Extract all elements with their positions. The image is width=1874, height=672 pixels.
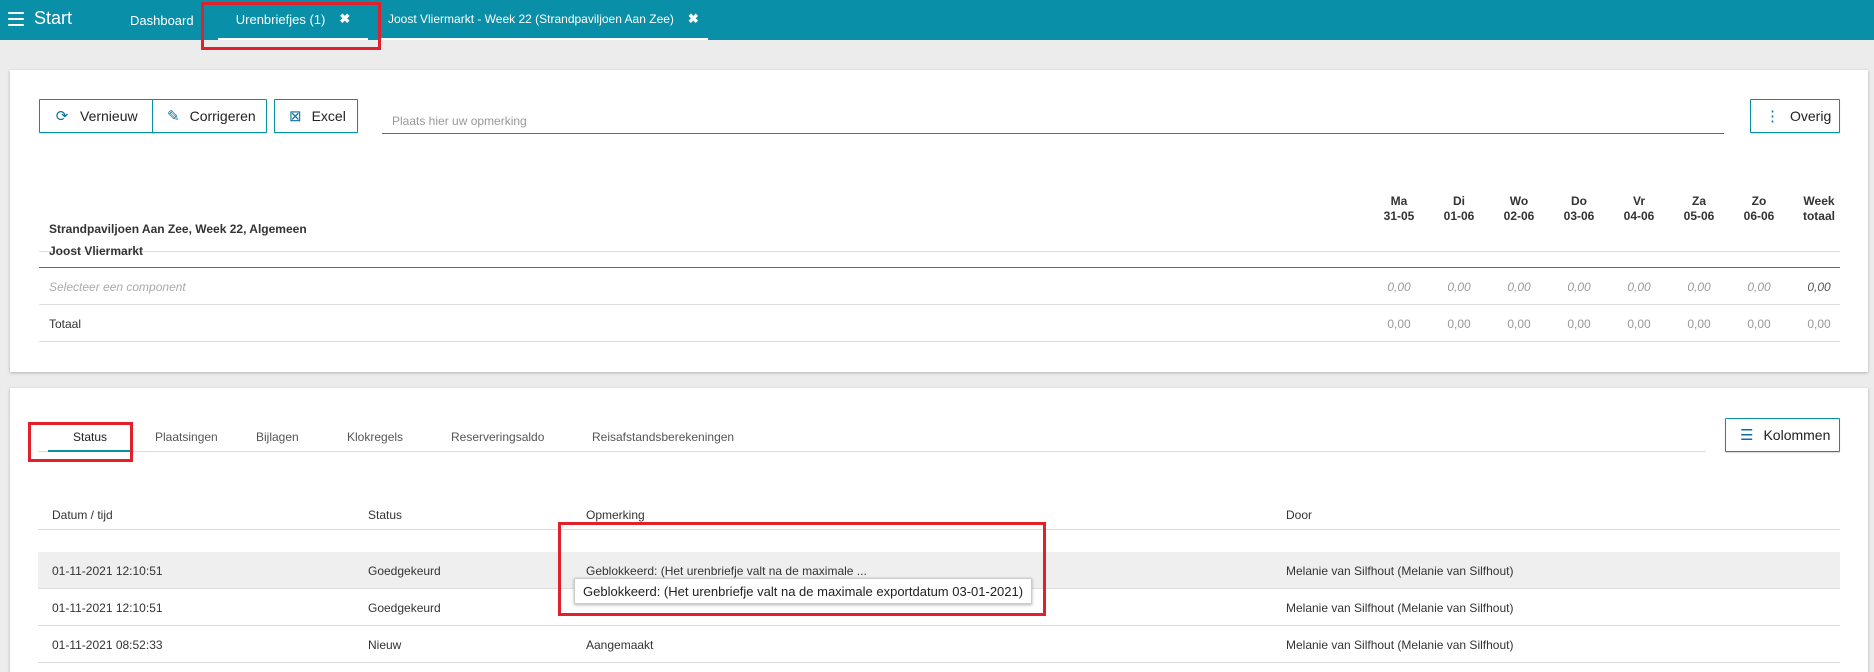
employee-name: Joost Vliermarkt	[39, 230, 1840, 268]
status-tabs: Status Plaatsingen Bijlagen Klokregels R…	[38, 424, 1706, 452]
tab-joost-week22[interactable]: Joost Vliermarkt - Week 22 (Strandpavilj…	[378, 0, 708, 40]
kolommen-button[interactable]: ☰ Kolommen	[1725, 418, 1840, 452]
tab-klokregels[interactable]: Klokregels	[347, 430, 403, 444]
day-header: Vr 04-06	[1623, 194, 1655, 223]
tab-plaatsingen[interactable]: Plaatsingen	[155, 430, 218, 444]
day-header: Zo 06-06	[1743, 194, 1775, 223]
day-header: Ma 31-05	[1383, 194, 1415, 223]
day-header: Do 03-06	[1563, 194, 1595, 223]
remark-tooltip: Geblokkeerd: (Het urenbriefje valt na de…	[574, 578, 1033, 604]
corrigeren-button[interactable]: ✎ Corrigeren	[152, 99, 267, 133]
status-table-header: Datum / tijd Status Opmerking Door	[38, 496, 1840, 530]
tab-reserveringsaldo[interactable]: Reserveringsaldo	[451, 430, 544, 444]
day-header: Di 01-06	[1443, 194, 1475, 223]
table-row[interactable]: 01-11-2021 08:52:33 Nieuw Aangemaakt Mel…	[38, 626, 1840, 663]
timesheet-panel: ⟳ Vernieuw ✎ Corrigeren ⊠ Excel Plaats h…	[10, 70, 1868, 372]
overig-button[interactable]: ⋮ Overig	[1750, 99, 1840, 133]
week-total-header: Week totaal	[1802, 194, 1835, 223]
refresh-icon: ⟳	[55, 108, 69, 125]
start-menu[interactable]: Start	[8, 8, 72, 29]
tab-dashboard[interactable]: Dashboard	[130, 0, 194, 40]
remark-input[interactable]: Plaats hier uw opmerking	[382, 106, 1724, 134]
pencil-icon: ✎	[167, 108, 180, 125]
total-row: Totaal 0,00 0,00 0,00 0,00 0,00 0,00 0,0…	[39, 305, 1840, 342]
top-bar: Start Dashboard Urenbriefjes (1) ✖ Joost…	[0, 0, 1874, 40]
close-icon[interactable]: ✖	[688, 11, 699, 27]
day-header: Wo 02-06	[1503, 194, 1535, 223]
more-vertical-icon: ⋮	[1765, 108, 1780, 125]
vernieuw-button[interactable]: ⟳ Vernieuw	[39, 99, 155, 133]
hamburger-icon[interactable]	[8, 11, 24, 26]
excel-button[interactable]: ⊠ Excel	[274, 99, 358, 133]
tab-status[interactable]: Status	[48, 430, 132, 452]
start-label: Start	[34, 8, 73, 28]
component-select-row[interactable]: Selecteer een component 0,00 0,00 0,00 0…	[39, 268, 1840, 305]
status-panel: Status Plaatsingen Bijlagen Klokregels R…	[10, 388, 1868, 672]
list-icon: ☰	[1740, 427, 1754, 444]
close-icon[interactable]: ✖	[339, 11, 350, 27]
day-header: Za 05-06	[1683, 194, 1715, 223]
excel-icon: ⊠	[289, 108, 302, 125]
tab-urenbriefjes[interactable]: Urenbriefjes (1) ✖	[218, 0, 368, 40]
tab-reisafstandsberekeningen[interactable]: Reisafstandsberekeningen	[592, 430, 734, 444]
tab-bijlagen[interactable]: Bijlagen	[256, 430, 299, 444]
